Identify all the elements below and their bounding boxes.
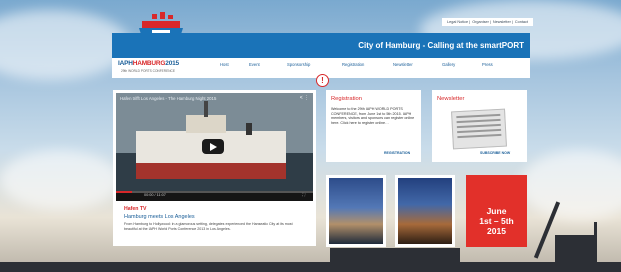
registration-link[interactable]: REGISTRATION	[384, 151, 410, 155]
nav-event[interactable]: Event	[249, 58, 260, 72]
date-month: June	[486, 206, 507, 216]
nav-sponsorship[interactable]: Sponsorship	[287, 58, 310, 72]
logo-title[interactable]: IAPHHAMBURG2015	[118, 60, 179, 67]
registration-text: Welcome to the 29th IAPH WORLD PORTS CON…	[331, 107, 415, 126]
legal-notice-link[interactable]: Legal Notice	[447, 20, 468, 24]
video-controls: 00:00 / 11:07 ⛶	[116, 191, 313, 201]
gallery-photo-city[interactable]	[395, 175, 455, 247]
organiser-link[interactable]: Organiser	[472, 20, 489, 24]
play-button[interactable]	[202, 139, 224, 154]
newspaper-icon	[451, 108, 507, 150]
video-kicker: Hafen TV	[124, 206, 147, 212]
newsletter-top-link[interactable]: Newsletter	[493, 20, 511, 24]
nav-registration[interactable]: Registration	[342, 58, 364, 72]
location-pin-icon[interactable]: !	[316, 74, 329, 87]
top-links: Legal Notice| Organiser| Newsletter| Con…	[442, 18, 533, 26]
newsletter-heading: Newsletter	[437, 96, 465, 102]
video-title: Hafen trifft Los Angeles - The Hamburg N…	[120, 96, 217, 101]
fullscreen-icon[interactable]: ⛶	[302, 193, 305, 197]
event-date-box: June 1st – 5th 2015	[466, 175, 527, 247]
video-time: 00:00 / 11:07	[144, 193, 166, 197]
nav-press[interactable]: Press	[482, 58, 493, 72]
subscribe-link[interactable]: SUBSCRIBE NOW	[480, 151, 510, 155]
logo-subtitle: 29th WORLD PORTS CONFERENCE	[121, 69, 175, 73]
video-player[interactable]: Hafen trifft Los Angeles - The Hamburg N…	[116, 93, 313, 201]
page-background: City of Hamburg - Calling at the smartPO…	[0, 0, 621, 272]
nav-host[interactable]: Host	[220, 58, 229, 72]
nav-newsletter[interactable]: Newsletter	[393, 58, 413, 72]
video-caption-text: From Hamburg to Hollywood: in a glamorou…	[124, 222, 293, 231]
contact-link[interactable]: Contact	[515, 20, 528, 24]
nav-gallery[interactable]: Gallery	[442, 58, 455, 72]
gallery-photo-bridge[interactable]	[326, 175, 386, 247]
share-icon[interactable]: < ⋮	[300, 95, 309, 101]
tagline: City of Hamburg - Calling at the smartPO…	[358, 41, 524, 50]
registration-heading: Registration	[331, 96, 362, 102]
video-caption-title[interactable]: Hamburg meets Los Angeles	[124, 214, 195, 220]
date-range: 1st – 5th	[479, 216, 514, 226]
date-year: 2015	[487, 226, 506, 236]
